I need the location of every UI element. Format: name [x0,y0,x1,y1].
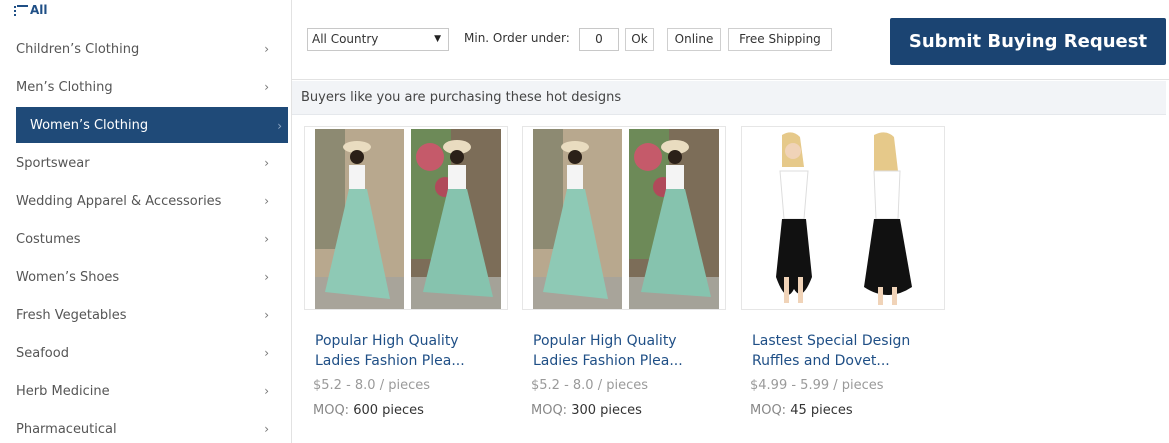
category-list: Children’s Clothing › Men’s Clothing › Wom… [0,30,291,443]
product-title-line: Popular High Quality [315,333,459,349]
sidebar-item-label: Costumes [16,231,81,247]
sidebar-item-label: Fresh Vegetables [16,307,127,323]
product-moq: MOQ: 300 pieces [522,403,726,418]
sidebar-item-childrens-clothing[interactable]: Children’s Clothing › [0,30,291,68]
chevron-right-icon: › [264,42,269,56]
min-order-label: Min. Order under: [464,31,570,45]
product-title[interactable]: Popular High Quality Ladies Fashion Plea… [304,331,508,371]
product-title[interactable]: Lastest Special Design Ruffles and Dovet… [741,331,945,371]
product-price: $5.2 - 8.0 / pieces [531,378,648,393]
online-filter-button[interactable]: Online [667,28,721,51]
sidebar-item-costumes[interactable]: Costumes › [0,220,291,258]
free-shipping-filter-button[interactable]: Free Shipping [728,28,832,51]
list-menu-icon [14,4,28,16]
sidebar-item-label: Sportswear [16,155,90,171]
country-select-value: All Country [312,32,379,46]
sidebar-item-herb-medicine[interactable]: Herb Medicine › [0,372,291,410]
sidebar-item-womens-clothing[interactable]: Women’s Clothing › [16,107,288,143]
sidebar-item-label: Pharmaceutical [16,421,117,437]
moq-value: 600 pieces [353,403,424,418]
sidebar-item-mens-clothing[interactable]: Men’s Clothing › [0,68,291,106]
chevron-right-icon: › [264,270,269,284]
sidebar-item-label: Seafood [16,345,69,361]
moq-label: MOQ: [750,403,787,418]
product-title-line: Ruffles and Dovet... [752,353,890,369]
category-sidebar: All Children’s Clothing › Men’s Clothing ›… [0,0,291,443]
product-image[interactable] [304,126,508,310]
sidebar-item-pharmaceutical[interactable]: Pharmaceutical › [0,410,291,443]
chevron-right-icon: › [277,119,282,133]
product-price: $4.99 - 5.99 / pieces [750,378,884,393]
product-title[interactable]: Popular High Quality Ladies Fashion Plea… [522,331,726,371]
product-price: $5.2 - 8.0 / pieces [313,378,430,393]
moq-label: MOQ: [531,403,568,418]
product-card[interactable]: Popular High Quality Ladies Fashion Plea… [304,126,508,418]
product-title-line: Popular High Quality [533,333,677,349]
product-card[interactable]: Lastest Special Design Ruffles and Dovet… [741,126,945,418]
product-title-line: Lastest Special Design [752,333,911,349]
moq-value: 300 pieces [571,403,642,418]
chevron-right-icon: › [264,308,269,322]
sidebar-item-label: Men’s Clothing [16,79,113,95]
all-categories-header[interactable]: All [14,3,48,17]
sidebar-item-sportswear[interactable]: Sportswear › [0,144,291,182]
chevron-right-icon: › [264,80,269,94]
all-categories-label: All [30,3,48,17]
hot-designs-heading: Buyers like you are purchasing these hot… [292,81,1166,115]
product-title-line: Ladies Fashion Plea... [315,353,465,369]
moq-value: 45 pieces [790,403,853,418]
sidebar-item-label: Women’s Shoes [16,269,120,285]
chevron-right-icon: › [264,156,269,170]
product-moq: MOQ: 45 pieces [741,403,945,418]
sidebar-item-womens-shoes[interactable]: Women’s Shoes › [0,258,291,296]
product-card[interactable]: Popular High Quality Ladies Fashion Plea… [522,126,726,418]
min-order-input[interactable]: 0 [579,28,619,51]
product-title-line: Ladies Fashion Plea... [533,353,683,369]
sidebar-item-label: Herb Medicine [16,383,110,399]
sidebar-item-fresh-vegetables[interactable]: Fresh Vegetables › [0,296,291,334]
sidebar-item-label: Women’s Clothing [30,117,149,133]
ok-button[interactable]: Ok [625,28,654,51]
product-moq: MOQ: 600 pieces [304,403,508,418]
country-select[interactable]: All Country ▼ [307,28,449,51]
dropdown-caret-icon: ▼ [434,34,441,44]
submit-buying-request-button[interactable]: Submit Buying Request [890,18,1166,65]
chevron-right-icon: › [264,346,269,360]
product-image[interactable] [522,126,726,310]
chevron-right-icon: › [264,384,269,398]
filter-bar: All Country ▼ Min. Order under: 0 Ok Onl… [292,0,1169,80]
sidebar-item-seafood[interactable]: Seafood › [0,334,291,372]
product-image[interactable] [741,126,945,310]
chevron-right-icon: › [264,232,269,246]
sidebar-item-label: Children’s Clothing [16,41,140,57]
chevron-right-icon: › [264,194,269,208]
sidebar-item-wedding-apparel[interactable]: Wedding Apparel & Accessories › [0,182,291,220]
sidebar-item-label: Wedding Apparel & Accessories [16,193,222,209]
moq-label: MOQ: [313,403,350,418]
chevron-right-icon: › [264,422,269,436]
